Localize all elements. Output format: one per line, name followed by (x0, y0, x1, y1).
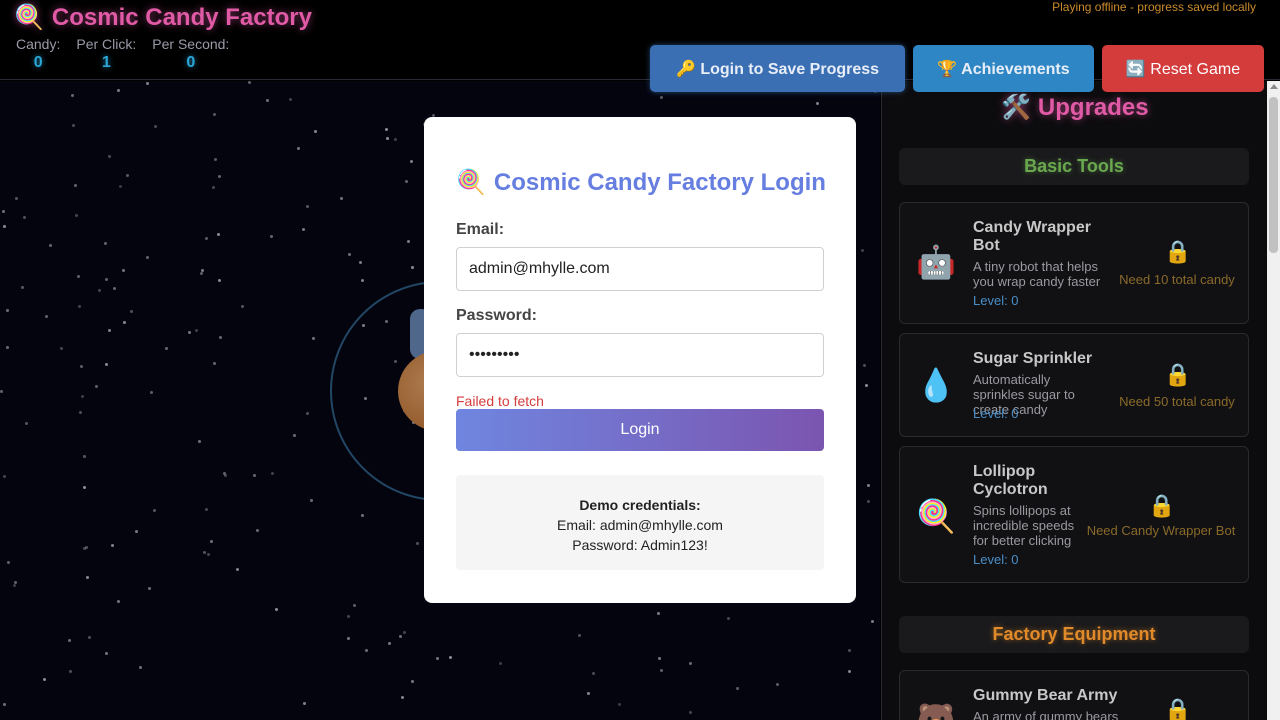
stat-label: Per Click: (76, 36, 137, 52)
robot-icon: 🤖 (916, 244, 956, 280)
category-basic-tools: Basic Tools (899, 148, 1249, 185)
demo-credentials-title: Demo credentials: (579, 497, 701, 513)
password-label: Password: (456, 307, 537, 324)
top-header: 🍭 Cosmic Candy Factory Candy: 0 Per Clic… (0, 0, 1280, 92)
upgrade-requirement: Need Candy Wrapper Bot (1086, 523, 1236, 538)
demo-credentials-box: Demo credentials: Email: admin@mhylle.co… (456, 475, 824, 570)
login-to-save-button[interactable]: 🔑 Login to Save Progress (650, 45, 905, 92)
email-label: Email: (456, 221, 505, 238)
upgrade-card[interactable]: 🍭 Lollipop Cyclotron Spins lollipops at … (899, 446, 1249, 583)
upgrade-desc: An army of gummy bears (973, 709, 1119, 720)
login-modal: 🍭 Cosmic Candy Factory Login Email: Pass… (424, 117, 856, 603)
modal-title: 🍭 Cosmic Candy Factory Login (456, 168, 826, 197)
reset-game-button[interactable]: 🔄 Reset Game (1102, 45, 1264, 92)
upgrade-level: Level: 0 (973, 552, 1019, 567)
bear-icon: 🐻 (916, 702, 956, 720)
upgrade-card[interactable]: 💧 Sugar Sprinkler Automatically sprinkle… (899, 333, 1249, 437)
upgrade-card[interactable]: 🐻 Gummy Bear Army An army of gummy bears… (899, 670, 1249, 720)
upgrades-title: 🛠️ Upgrades (1001, 94, 1149, 121)
stats-bar: Candy: 0 Per Click: 1 Per Second: 0 (16, 36, 229, 72)
upgrade-name: Sugar Sprinkler (973, 350, 1093, 367)
stat-per-click: Per Click: 1 (76, 36, 136, 72)
lock-icon: 🔒 (1164, 697, 1192, 720)
app-title: Cosmic Candy Factory (51, 3, 312, 31)
scroll-up-icon[interactable] (1270, 84, 1278, 89)
password-field[interactable] (456, 333, 824, 377)
upgrade-level: Level: 0 (973, 293, 1019, 308)
header-actions: 🔑 Login to Save Progress 🏆 Achievements … (650, 45, 1264, 92)
upgrade-desc: Spins lollipops at incredible speeds for… (973, 503, 1075, 548)
lollipop-icon: 🍭 (14, 4, 44, 31)
upgrade-desc: A tiny robot that helps you wrap candy f… (973, 259, 1101, 289)
stat-value: 1 (101, 54, 111, 71)
upgrade-requirement: Need 50 total candy (1119, 394, 1235, 409)
lock-icon: 🔒 (1148, 493, 1176, 518)
stat-candy: Candy: 0 (16, 36, 60, 72)
demo-password: Password: Admin123! (572, 537, 708, 553)
lock-icon: 🔒 (1164, 239, 1192, 264)
upgrade-requirement: Need 10 total candy (1119, 272, 1235, 287)
email-field[interactable] (456, 247, 824, 291)
upgrade-level: Level: 0 (973, 406, 1019, 421)
category-factory-equipment: Factory Equipment (899, 616, 1249, 653)
upgrade-name: Candy Wrapper Bot (973, 219, 1091, 254)
stat-label: Candy: (16, 36, 61, 52)
achievements-button[interactable]: 🏆 Achievements (913, 45, 1094, 92)
panel-scrollbar[interactable] (1267, 81, 1280, 720)
upgrade-name: Lollipop Cyclotron (973, 463, 1048, 498)
upgrade-card[interactable]: 🤖 Candy Wrapper Bot A tiny robot that he… (899, 202, 1249, 324)
lollipop-icon: 🍭 (456, 169, 486, 196)
lollipop-icon: 🍭 (916, 498, 956, 534)
droplet-icon: 💧 (916, 367, 956, 403)
app-logo: 🍭 Cosmic Candy Factory (14, 3, 312, 32)
upgrades-panel: 🛠️ Upgrades Basic Tools 🤖 Candy Wrapper … (881, 81, 1267, 720)
modal-title-text: Cosmic Candy Factory Login (493, 168, 826, 196)
offline-status: Playing offline - progress saved locally (1052, 0, 1256, 14)
stat-value: 0 (186, 54, 196, 71)
lock-icon: 🔒 (1164, 362, 1192, 387)
login-button[interactable]: Login (456, 409, 824, 451)
error-message: Failed to fetch (456, 393, 544, 409)
demo-email: Email: admin@mhylle.com (557, 517, 723, 533)
stat-label: Per Second: (152, 36, 230, 52)
upgrade-name: Gummy Bear Army (973, 687, 1118, 704)
stat-per-second: Per Second: 0 (152, 36, 229, 72)
scroll-thumb[interactable] (1269, 97, 1278, 253)
stat-value: 0 (33, 54, 43, 71)
